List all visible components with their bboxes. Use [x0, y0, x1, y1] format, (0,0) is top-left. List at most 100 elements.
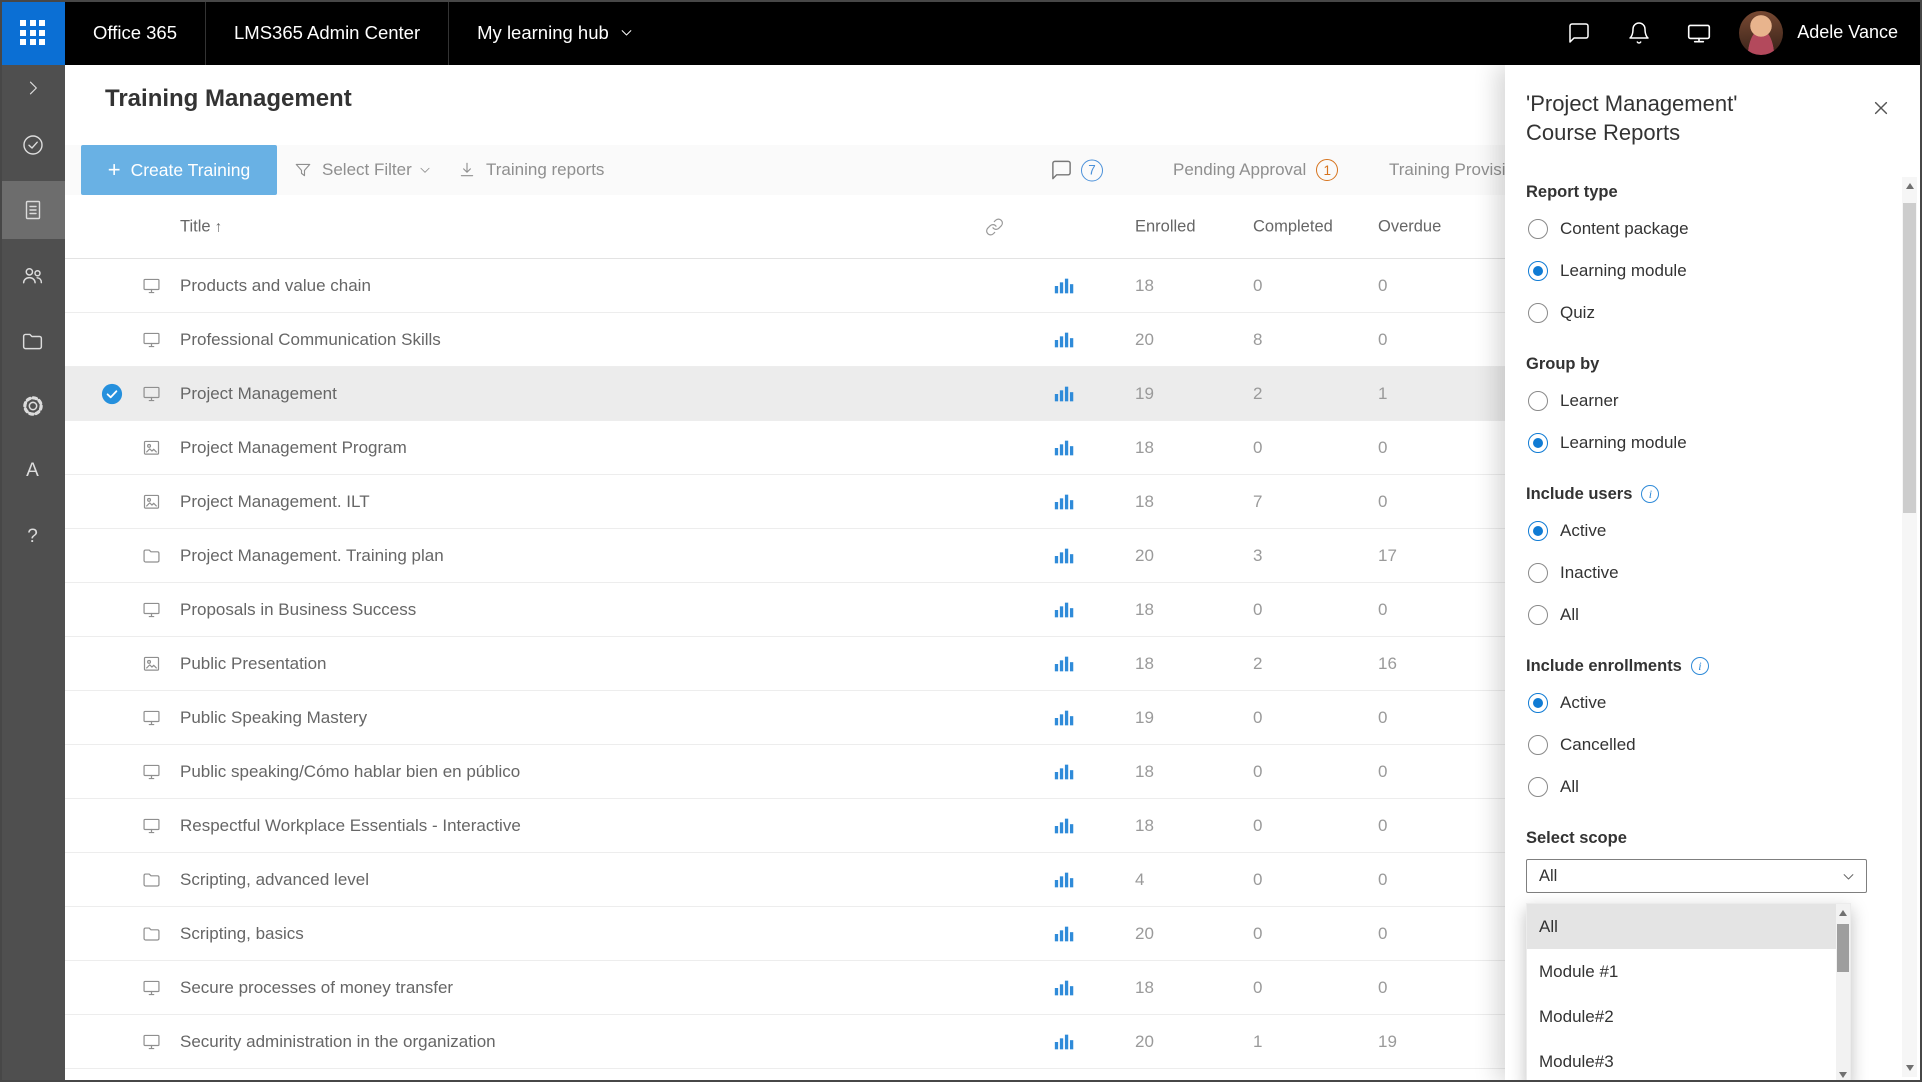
enrolled-count: 20 — [1135, 330, 1154, 350]
enrolled-count: 18 — [1135, 654, 1154, 674]
sidebar-item-language[interactable]: A — [0, 442, 65, 500]
selected-check-icon[interactable] — [101, 383, 123, 405]
people-icon — [20, 263, 45, 288]
training-title-link[interactable]: Professional Communication Skills — [180, 330, 441, 350]
panel-scrollbar[interactable] — [1902, 177, 1917, 1077]
report-chart-icon[interactable] — [1053, 1031, 1075, 1053]
sidebar-item-help[interactable]: ? — [0, 508, 65, 566]
comments-button[interactable]: 7 — [1050, 159, 1103, 182]
training-reports-button[interactable]: Training reports — [458, 160, 610, 180]
radio-option[interactable]: Active — [1526, 510, 1866, 552]
feedback-button[interactable] — [1669, 0, 1729, 65]
report-chart-icon[interactable] — [1053, 545, 1075, 567]
app-launcher-button[interactable] — [0, 0, 65, 65]
radio-option[interactable]: Quiz — [1526, 292, 1866, 334]
radio-option[interactable]: All — [1526, 766, 1866, 808]
scope-option[interactable]: Module#2 — [1527, 994, 1836, 1039]
pending-approval-tab[interactable]: Pending Approval 1 — [1173, 159, 1338, 181]
sidebar-item-course-catalog[interactable] — [0, 312, 65, 370]
info-icon[interactable]: i — [1691, 657, 1709, 675]
scope-option[interactable]: All — [1527, 904, 1836, 949]
chat-button[interactable] — [1549, 0, 1609, 65]
training-title-link[interactable]: Secure processes of money transfer — [180, 978, 453, 998]
report-chart-icon[interactable] — [1053, 815, 1075, 837]
scrollbar-up-arrow[interactable] — [1906, 183, 1914, 189]
training-title-link[interactable]: Public Speaking Mastery — [180, 708, 367, 728]
radio-label: Learner — [1560, 391, 1619, 411]
overdue-count: 0 — [1378, 330, 1387, 350]
report-chart-icon[interactable] — [1053, 383, 1075, 405]
training-title-link[interactable]: Products and value chain — [180, 276, 371, 296]
radio-option[interactable]: Content package — [1526, 208, 1866, 250]
training-title-link[interactable]: Scripting, advanced level — [180, 870, 369, 890]
group-by-label: Group by — [1526, 353, 1866, 375]
report-chart-icon[interactable] — [1053, 977, 1075, 999]
training-title-link[interactable]: Project Management — [180, 384, 337, 404]
report-chart-icon[interactable] — [1053, 329, 1075, 351]
training-title-link[interactable]: Security administration in the organizat… — [180, 1032, 496, 1052]
completed-count: 3 — [1253, 546, 1262, 566]
overdue-count: 16 — [1378, 654, 1397, 674]
radio-icon — [1528, 219, 1548, 239]
overdue-count: 19 — [1378, 1032, 1397, 1052]
radio-option[interactable]: All — [1526, 594, 1866, 636]
close-panel-button[interactable] — [1868, 95, 1894, 121]
report-chart-icon[interactable] — [1053, 761, 1075, 783]
scrollbar-up-arrow[interactable] — [1839, 910, 1847, 916]
learning-hub-menu[interactable]: My learning hub — [449, 0, 662, 65]
column-header-overdue[interactable]: Overdue — [1378, 217, 1441, 236]
training-title-link[interactable]: Project Management. ILT — [180, 492, 370, 512]
report-chart-icon[interactable] — [1053, 653, 1075, 675]
radio-option[interactable]: Learning module — [1526, 250, 1866, 292]
training-title-link[interactable]: Public speaking/Cómo hablar bien en públ… — [180, 762, 520, 782]
radio-option[interactable]: Learning module — [1526, 422, 1866, 464]
scope-option[interactable]: Module #1 — [1527, 949, 1836, 994]
scope-select-dropdown[interactable]: All — [1526, 859, 1867, 893]
create-training-button[interactable]: + Create Training — [81, 145, 277, 195]
column-header-completed[interactable]: Completed — [1253, 217, 1333, 236]
report-chart-icon[interactable] — [1053, 923, 1075, 945]
report-type-group: Content package Learning module Quiz — [1526, 208, 1866, 334]
sidebar-expand-button[interactable] — [0, 65, 65, 111]
report-chart-icon[interactable] — [1053, 437, 1075, 459]
sidebar-item-dashboard[interactable] — [0, 122, 65, 168]
overdue-count: 0 — [1378, 870, 1387, 890]
radio-option[interactable]: Learner — [1526, 380, 1866, 422]
radio-label: Learning module — [1560, 433, 1687, 453]
training-title-link[interactable]: Scripting, basics — [180, 924, 304, 944]
training-title-link[interactable]: Proposals in Business Success — [180, 600, 416, 620]
column-header-title[interactable]: Title↑ — [180, 217, 222, 236]
training-title-link[interactable]: Project Management Program — [180, 438, 407, 458]
report-chart-icon[interactable] — [1053, 599, 1075, 621]
sidebar-item-training-management[interactable] — [0, 181, 65, 239]
dropdown-scrollbar[interactable] — [1836, 904, 1850, 1082]
report-chart-icon[interactable] — [1053, 275, 1075, 297]
scope-option[interactable]: Module#3 — [1527, 1039, 1836, 1082]
report-chart-icon[interactable] — [1053, 869, 1075, 891]
scrollbar-down-arrow[interactable] — [1839, 1072, 1847, 1078]
office-365-link[interactable]: Office 365 — [65, 0, 206, 65]
scrollbar-thumb[interactable] — [1837, 924, 1849, 972]
training-title-link[interactable]: Project Management. Training plan — [180, 546, 444, 566]
scrollbar-thumb[interactable] — [1903, 203, 1916, 513]
column-header-enrolled[interactable]: Enrolled — [1135, 217, 1196, 236]
radio-option[interactable]: Active — [1526, 682, 1866, 724]
training-title-link[interactable]: Public Presentation — [180, 654, 326, 674]
select-filter-button[interactable]: Select Filter — [294, 160, 432, 180]
report-chart-icon[interactable] — [1053, 707, 1075, 729]
report-chart-icon[interactable] — [1053, 491, 1075, 513]
radio-option[interactable]: Inactive — [1526, 552, 1866, 594]
sidebar-item-settings[interactable] — [0, 377, 65, 435]
user-avatar[interactable] — [1739, 11, 1783, 55]
radio-option[interactable]: Cancelled — [1526, 724, 1866, 766]
info-icon[interactable]: i — [1641, 485, 1659, 503]
sidebar-item-learners[interactable] — [0, 246, 65, 304]
account-menu[interactable]: Adele Vance — [1739, 11, 1898, 55]
select-filter-label: Select Filter — [322, 160, 412, 180]
scrollbar-down-arrow[interactable] — [1906, 1065, 1914, 1071]
admin-center-link[interactable]: LMS365 Admin Center — [206, 0, 449, 65]
training-title-link[interactable]: Respectful Workplace Essentials - Intera… — [180, 816, 521, 836]
completed-count: 8 — [1253, 330, 1262, 350]
notifications-button[interactable] — [1609, 0, 1669, 65]
course-icon — [141, 599, 162, 620]
